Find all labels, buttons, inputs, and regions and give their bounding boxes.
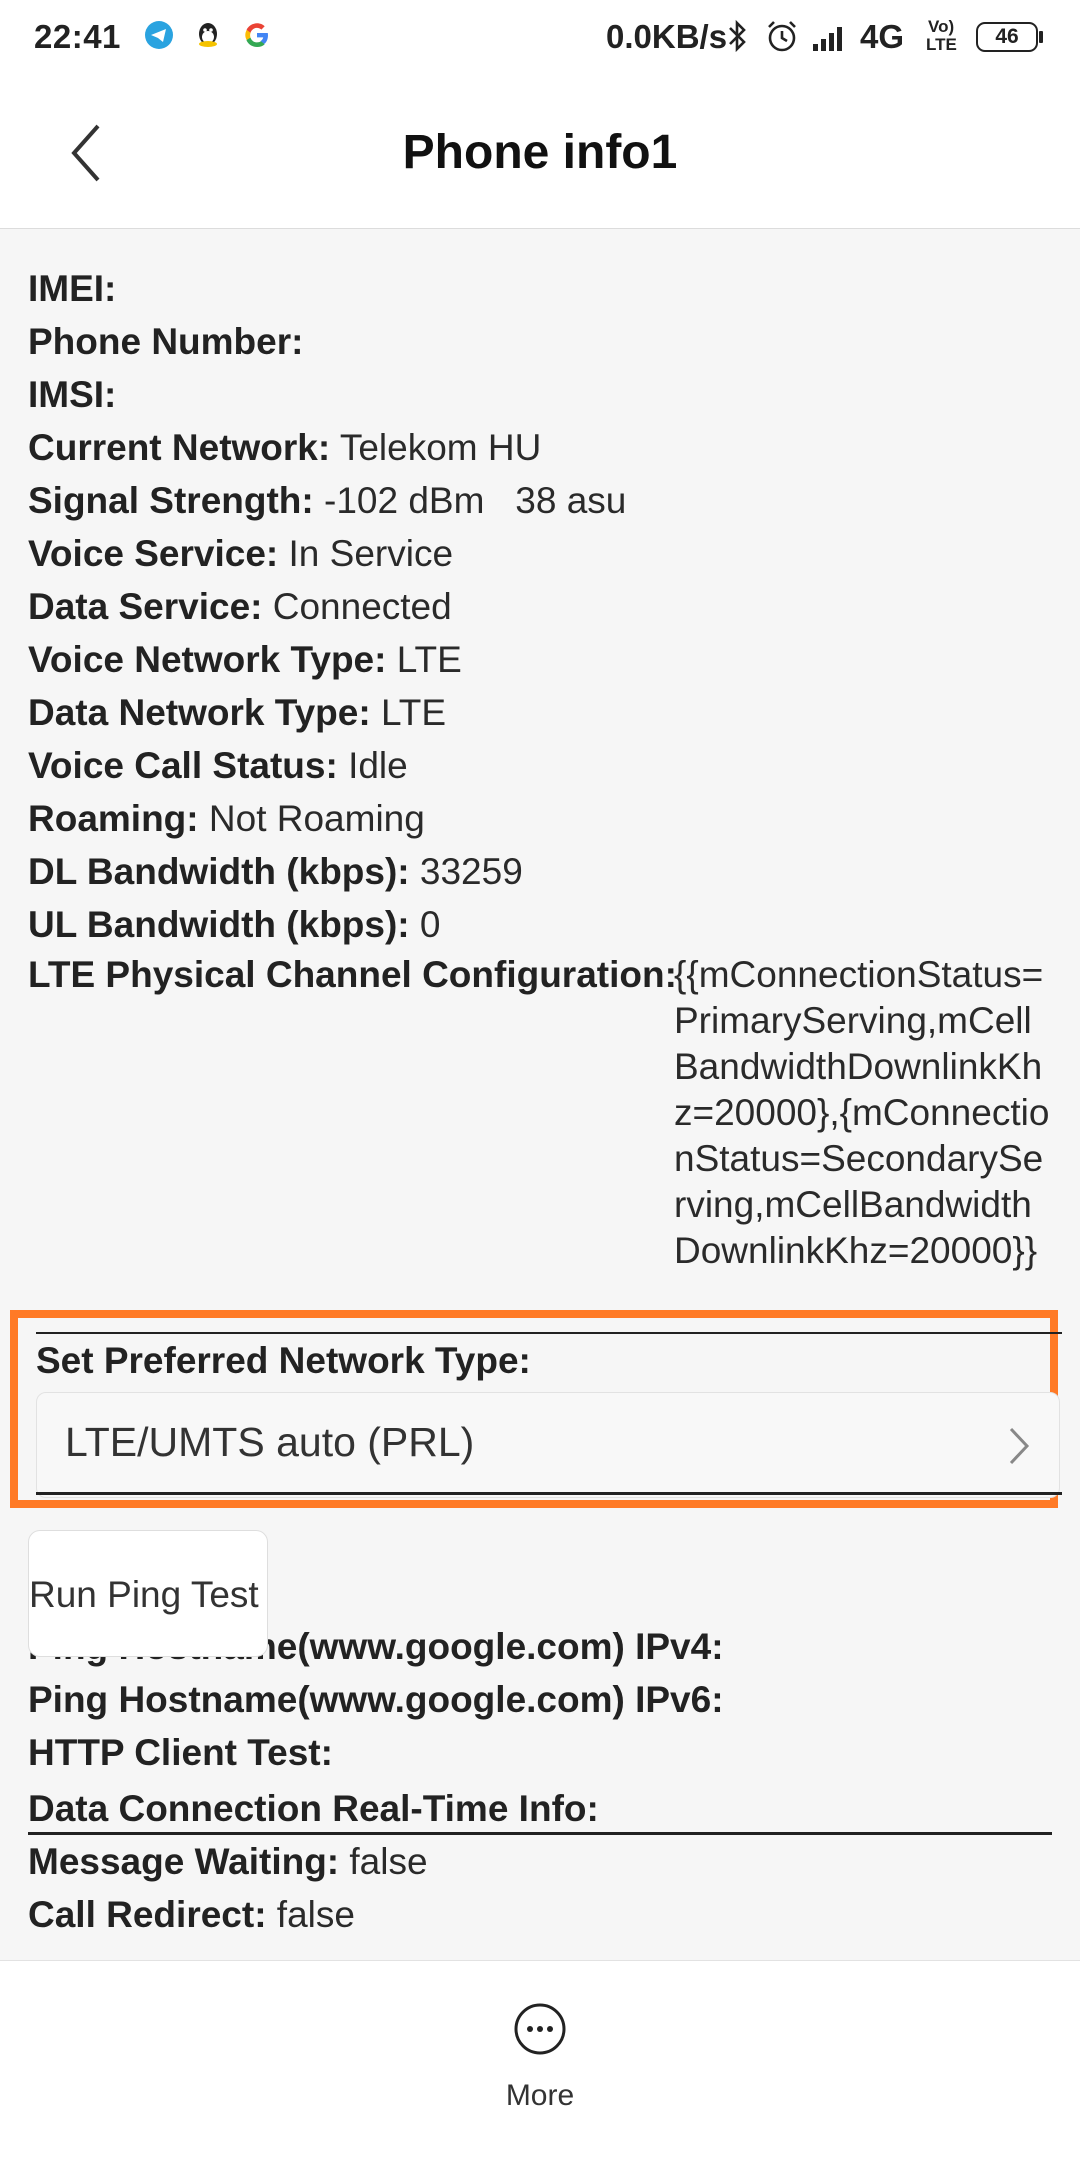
info-row-current-network: Current Network: Telekom HU <box>28 427 542 468</box>
http-client-test-label: HTTP Client Test: <box>28 1732 333 1773</box>
more-label: More <box>505 2079 575 2112</box>
status-bar: 22:41 0.0KB/s 4G Vo) LTE 46 <box>0 0 1080 78</box>
info-row-imsi: IMSI: <box>28 374 117 415</box>
info-row-voice-service: Voice Service: In Service <box>28 533 454 574</box>
info-row-ul-bandwidth: UL Bandwidth (kbps): 0 <box>28 904 441 945</box>
info-row-roaming: Roaming: Not Roaming <box>28 798 425 839</box>
google-icon <box>242 20 272 58</box>
info-row-dl-bandwidth: DL Bandwidth (kbps): 33259 <box>28 851 523 892</box>
preferred-network-highlight: Set Preferred Network Type: LTE/UMTS aut… <box>10 1310 1062 1508</box>
info-row-data-service: Data Service: Connected <box>28 586 452 627</box>
info-row-data-network-type: Data Network Type: LTE <box>28 692 447 733</box>
alarm-icon <box>764 18 800 62</box>
realtime-info-label: Data Connection Real-Time Info: <box>28 1788 599 1829</box>
lte-config-label: LTE Physical Channel Configuration: <box>28 954 677 995</box>
back-button[interactable] <box>60 118 120 188</box>
section-divider <box>36 1492 1062 1495</box>
preferred-network-label: Set Preferred Network Type: <box>36 1340 531 1381</box>
telegram-icon <box>144 20 174 58</box>
info-row-imei: IMEI: <box>28 268 117 309</box>
qq-icon <box>194 20 222 60</box>
lte-config-value: {{mConnectionStatus=PrimaryServing,mCell… <box>674 954 1050 1271</box>
network-type: 4G <box>860 18 905 55</box>
title-bar: Phone info1 <box>0 78 1080 229</box>
more-button[interactable]: More <box>470 2001 610 2121</box>
preferred-network-dropdown[interactable]: LTE/UMTS auto (PRL) <box>36 1392 1060 1498</box>
status-time: 22:41 <box>34 18 121 55</box>
battery-icon: 46 <box>976 22 1043 52</box>
info-row-signal-strength: Signal Strength: -102 dBm 38 asu <box>28 480 627 521</box>
info-row-voice-network-type: Voice Network Type: LTE <box>28 639 462 680</box>
info-row-message-waiting: Message Waiting: false <box>28 1841 428 1882</box>
info-row-phone-number: Phone Number: <box>28 321 304 362</box>
preferred-network-value: LTE/UMTS auto (PRL) <box>65 1419 475 1465</box>
network-speed: 0.0KB/s <box>606 18 728 55</box>
ping-ipv6-label: Ping Hostname(www.google.com) IPv6: <box>28 1679 724 1720</box>
chevron-right-icon <box>1007 1425 1031 1472</box>
volte-icon: Vo) LTE <box>926 17 957 54</box>
phone-info-content[interactable]: IMEI: Phone Number: IMSI: Current Networ… <box>0 230 1080 1960</box>
run-ping-test-button[interactable]: Run Ping Test <box>28 1530 268 1657</box>
more-dots-icon <box>514 2003 566 2055</box>
bottom-bar: More <box>0 1960 1080 2161</box>
battery-level: 46 <box>976 22 1038 52</box>
section-divider <box>36 1332 1062 1334</box>
bluetooth-icon <box>726 18 750 62</box>
run-ping-test-label: Run Ping Test <box>29 1574 259 1615</box>
info-row-call-redirect: Call Redirect: false <box>28 1894 355 1935</box>
page-title: Phone info1 <box>402 126 678 179</box>
signal-icon <box>812 22 848 60</box>
info-row-voice-call-status: Voice Call Status: Idle <box>28 745 408 786</box>
back-arrow-icon <box>71 124 100 182</box>
